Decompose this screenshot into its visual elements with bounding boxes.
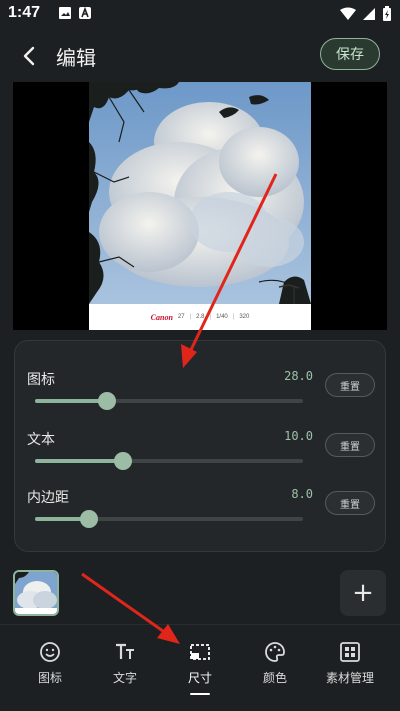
slider-thumb[interactable] bbox=[79, 510, 98, 528]
status-time: 1:47 bbox=[8, 4, 41, 21]
reset-text-size-button[interactable]: 重置 bbox=[325, 433, 375, 457]
grid-icon bbox=[340, 642, 360, 662]
slider-label: 文本 bbox=[27, 432, 55, 448]
slider-row-icon: 图标 28.0 重置 bbox=[15, 369, 387, 425]
slider-thumb[interactable] bbox=[98, 392, 117, 410]
status-icons-right bbox=[340, 6, 392, 22]
nav-label: 图标 bbox=[37, 671, 62, 685]
slider-label: 图标 bbox=[27, 372, 55, 388]
nav-label: 颜色 bbox=[262, 671, 287, 685]
slider-row-padding: 内边距 8.0 重置 bbox=[15, 487, 387, 543]
caption-item: 2.8 bbox=[196, 314, 205, 320]
save-button[interactable]: 保存 bbox=[320, 38, 380, 70]
photo-image bbox=[89, 82, 311, 304]
nav-label: 素材管理 bbox=[325, 671, 374, 685]
page-title: 编辑 bbox=[56, 46, 96, 70]
text-tt-icon bbox=[116, 643, 134, 659]
padding-slider[interactable] bbox=[35, 510, 303, 528]
battery-icon bbox=[383, 6, 391, 21]
signal-icon bbox=[363, 8, 375, 20]
photo-notification-icon bbox=[59, 7, 71, 19]
image-thumbnail[interactable] bbox=[13, 570, 59, 616]
crop-frame-icon bbox=[190, 644, 210, 660]
slider-value: 10.0 bbox=[284, 429, 313, 443]
image-thumbnail-strip: + bbox=[0, 566, 400, 620]
top-bar: 编辑 保存 bbox=[0, 30, 400, 82]
exif-caption: Canon 27 | 2.8 | 1/40 | 320 bbox=[150, 312, 250, 322]
active-tab-indicator bbox=[190, 693, 210, 695]
slider-label: 内边距 bbox=[27, 490, 69, 506]
nav-label: 尺寸 bbox=[187, 671, 212, 685]
nav-label: 文字 bbox=[112, 671, 137, 685]
size-settings-panel: 图标 28.0 重置 文本 10.0 重置 内边距 8.0 重置 bbox=[14, 340, 386, 552]
nav-tab-assets[interactable]: 素材管理 bbox=[310, 641, 390, 691]
slider-value: 8.0 bbox=[291, 487, 313, 501]
app-notification-icon bbox=[79, 6, 91, 19]
add-image-button[interactable]: + bbox=[340, 570, 386, 616]
framed-photo: Canon 27 | 2.8 | 1/40 | 320 bbox=[89, 82, 311, 330]
nav-tab-icon[interactable]: 图标 bbox=[10, 641, 90, 691]
slider-thumb[interactable] bbox=[114, 452, 133, 470]
status-icons-left bbox=[58, 6, 92, 20]
plus-icon: + bbox=[352, 578, 374, 608]
caption-item: 27 bbox=[177, 314, 185, 320]
caption-item: 1/40 bbox=[216, 314, 228, 320]
palette-icon bbox=[265, 642, 285, 662]
caption-item: 320 bbox=[239, 314, 250, 320]
slider-value: 28.0 bbox=[284, 369, 313, 383]
text-size-slider[interactable] bbox=[35, 452, 303, 470]
nav-tab-size[interactable]: 尺寸 bbox=[160, 641, 240, 695]
status-bar: 1:47 bbox=[0, 0, 400, 28]
photo-preview: Canon 27 | 2.8 | 1/40 | 320 bbox=[13, 82, 387, 330]
brand-logo: Canon bbox=[150, 312, 173, 322]
nav-tab-text[interactable]: 文字 bbox=[85, 641, 165, 691]
reset-icon-size-button[interactable]: 重置 bbox=[325, 373, 375, 397]
back-arrow-icon[interactable] bbox=[18, 44, 42, 68]
icon-size-slider[interactable] bbox=[35, 392, 303, 410]
slider-row-text: 文本 10.0 重置 bbox=[15, 429, 387, 485]
bottom-navigation: 图标 文字 尺寸 颜色 素材管理 bbox=[0, 624, 400, 711]
wifi-icon bbox=[340, 7, 356, 20]
smiley-icon bbox=[40, 642, 60, 662]
nav-tab-color[interactable]: 颜色 bbox=[235, 641, 315, 691]
reset-padding-button[interactable]: 重置 bbox=[325, 491, 375, 515]
